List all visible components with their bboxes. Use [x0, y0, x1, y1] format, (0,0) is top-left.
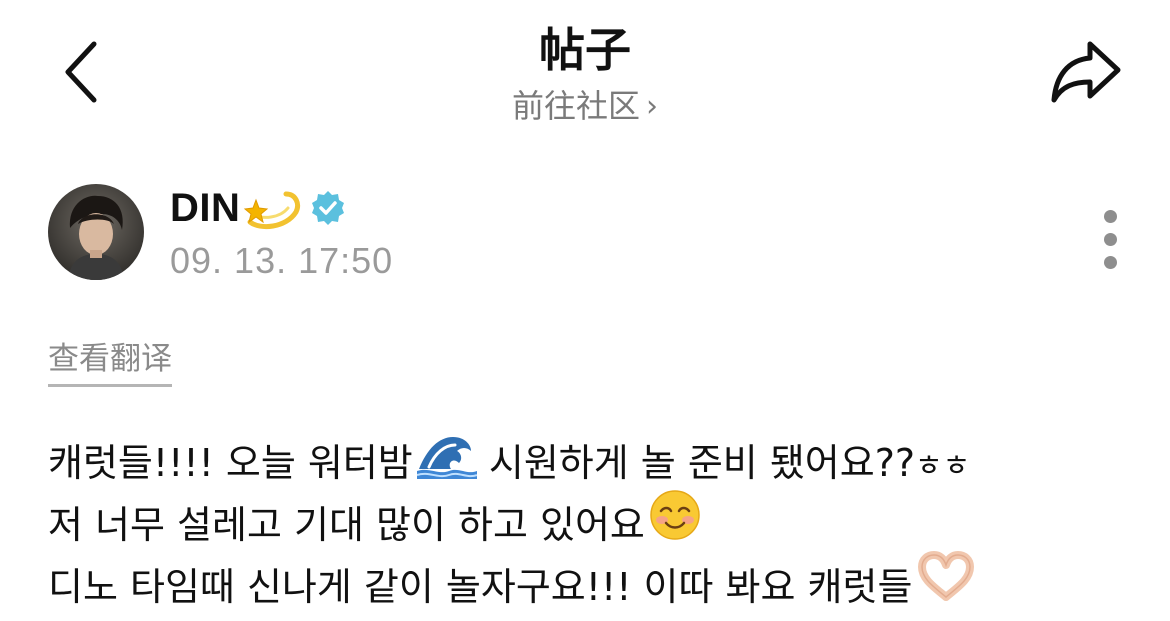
post-header: 帖子 前往社区 › — [0, 0, 1170, 140]
post-text: 시원하게 놀 준비 됐어요?? — [476, 441, 916, 485]
post-text: ㅎㅎ — [915, 449, 971, 484]
author-row: DIN 09. 13. 17:50 — [48, 184, 1128, 284]
post-content: 캐럿들!!!! 오늘 워터밤 시원하게 놀 준비 됐어요??ㅎㅎ 저 너무 설레… — [48, 432, 1138, 618]
more-vertical-icon-dot — [1103, 233, 1117, 246]
share-button[interactable] — [1046, 38, 1126, 108]
avatar-image — [48, 184, 144, 280]
post-line-1: 캐럿들!!!! 오늘 워터밤 시원하게 놀 준비 됐어요??ㅎㅎ — [48, 432, 1138, 494]
post-text: 캐럿들!!!! 오늘 워터밤 — [48, 441, 413, 485]
post-text: 저 너무 설레고 기대 많이 하고 있어요 — [48, 503, 645, 547]
dizzy-emoji — [242, 184, 302, 232]
post-text: 디노 타임때 신나게 같이 놀자구요!!! 이따 봐요 캐럿들 — [48, 565, 913, 609]
post-timestamp: 09. 13. 17:50 — [170, 240, 394, 281]
page-title: 帖子 — [539, 23, 631, 77]
more-vertical-icon — [1103, 210, 1117, 223]
smiling-face-emoji — [649, 489, 701, 559]
avatar[interactable] — [48, 184, 144, 280]
author-name[interactable]: DIN — [170, 186, 240, 231]
chevron-right-icon: › — [646, 89, 658, 124]
go-to-community-link[interactable]: 前往社区 › — [0, 84, 1170, 130]
post-line-2: 저 너무 설레고 기대 많이 하고 있어요 — [48, 489, 1138, 559]
verified-badge-icon — [310, 190, 346, 226]
community-link-label: 前往社区 — [511, 87, 640, 125]
post-line-3: 디노 타임때 신나게 같이 놀자구요!!! 이따 봐요 캐럿들 — [48, 550, 1138, 621]
view-translation-link[interactable]: 查看翻译 — [48, 338, 172, 387]
author-name-row: DIN — [170, 184, 346, 232]
water-wave-emoji — [416, 435, 478, 497]
more-vertical-icon-dot — [1103, 256, 1117, 269]
heart-hands-emoji — [916, 550, 976, 621]
more-options-button[interactable] — [1098, 210, 1122, 270]
share-arrow-icon — [1051, 41, 1121, 103]
